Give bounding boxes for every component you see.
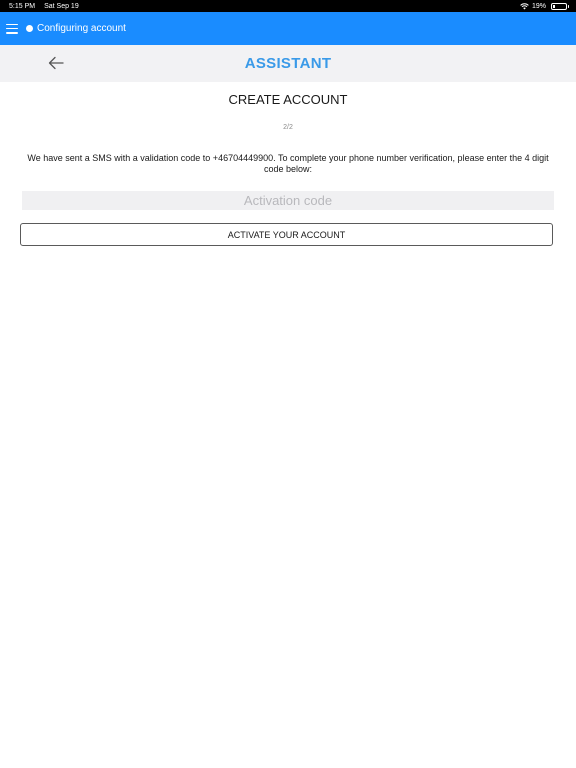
- status-bar: 5:15 PM Sat Sep 19 19%: [0, 0, 576, 12]
- wifi-icon: [520, 2, 529, 9]
- activation-code-input[interactable]: [22, 191, 554, 210]
- back-button[interactable]: [44, 53, 68, 73]
- status-text: Configuring account: [37, 23, 126, 34]
- status-bar-right: 19%: [520, 2, 569, 10]
- assistant-title: ASSISTANT: [244, 55, 332, 72]
- status-date: Sat Sep 19: [44, 2, 79, 10]
- page-title: CREATE ACCOUNT: [228, 92, 348, 107]
- status-time: 5:15 PM: [9, 2, 36, 10]
- top-bar: Configuring account: [0, 12, 576, 45]
- status-bar-left: 5:15 PM Sat Sep 19: [9, 3, 79, 10]
- activate-account-button[interactable]: ACTIVATE YOUR ACCOUNT: [20, 223, 553, 246]
- menu-icon[interactable]: [6, 23, 18, 35]
- verification-message: We have sent a SMS with a validation cod…: [27, 153, 549, 174]
- arrow-left-icon: [48, 56, 64, 70]
- battery-icon: [551, 2, 569, 10]
- battery-fill: [553, 4, 556, 8]
- battery-percent: 19%: [531, 2, 546, 10]
- assistant-bar: ASSISTANT: [0, 45, 576, 82]
- step-indicator: 2/2: [283, 124, 293, 131]
- status-dot-icon: [26, 25, 33, 32]
